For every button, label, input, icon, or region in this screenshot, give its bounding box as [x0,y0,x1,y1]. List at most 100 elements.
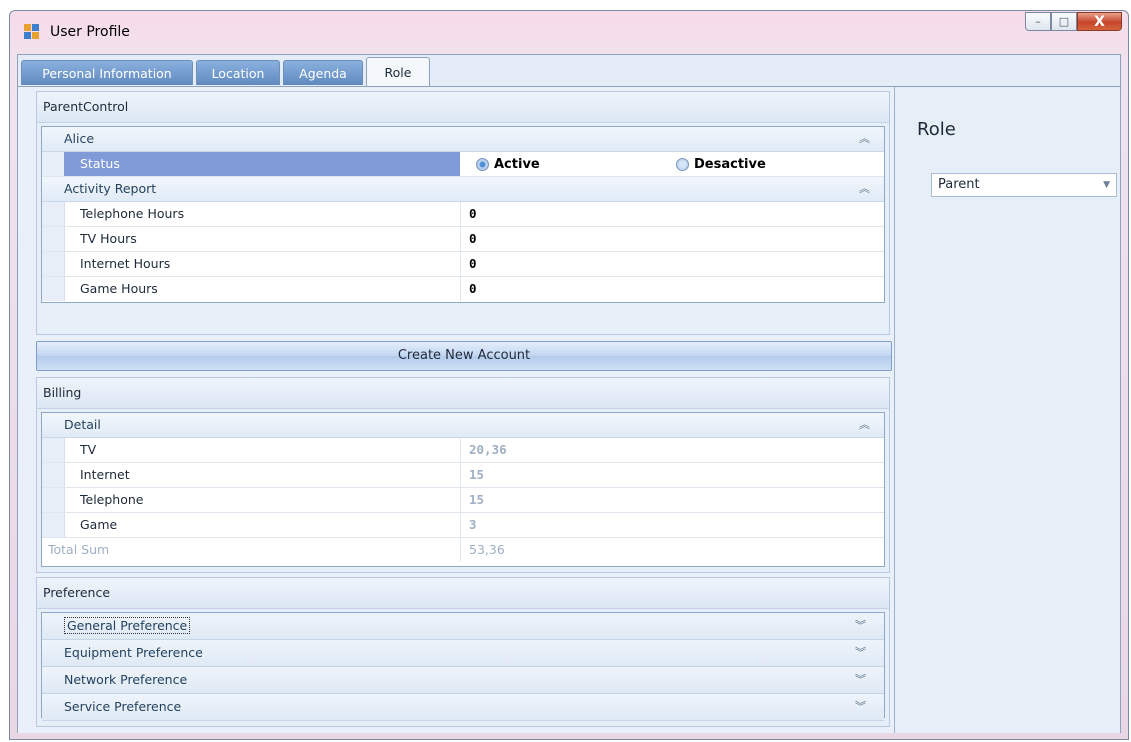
row-value[interactable]: 0 [460,252,477,276]
window-controls: – □ X [1025,12,1122,31]
category-activity-report[interactable]: Activity Report ︽ [42,177,884,202]
row-name: Telephone Hours [80,206,185,221]
chevrons-up-icon[interactable]: ︽ [859,127,870,151]
chevrons-up-icon[interactable]: ︽ [859,413,870,437]
status-row[interactable]: Status Active Desactive [42,152,884,177]
tab-strip: Personal Information Location Agenda Rol… [18,55,1120,87]
radio-selected-icon [476,158,489,171]
row-name: TV [80,442,97,457]
preference-item-label: Equipment Preference [64,645,203,660]
chevrons-down-icon[interactable]: ︾ [855,667,866,693]
tab-location[interactable]: Location [196,60,280,85]
preference-item-label: Network Preference [64,672,188,687]
parent-control-group: ParentControl Alice ︽ Status Active Desa… [36,91,890,335]
row-gutter [42,438,65,462]
status-label: Status [80,156,120,171]
row-value: 15 [460,463,484,487]
table-row[interactable]: TV 20,36 [42,438,884,463]
row-name: Game Hours [80,281,158,296]
row-gutter [42,202,65,226]
table-row[interactable]: Telephone 15 [42,488,884,513]
app-icon [24,24,40,40]
tab-personal-information[interactable]: Personal Information [21,60,193,85]
user-profile-window: User Profile – □ X Personal Information … [9,10,1129,740]
title-bar[interactable]: User Profile – □ X [10,11,1128,51]
create-new-account-button[interactable]: Create New Account [36,341,892,371]
chevrons-up-icon[interactable]: ︽ [859,177,870,201]
minimize-button[interactable]: – [1025,12,1051,31]
tab-content: ParentControl Alice ︽ Status Active Desa… [18,86,1120,733]
category-detail[interactable]: Detail ︽ [42,413,884,438]
maximize-button[interactable]: □ [1051,12,1077,31]
parent-control-header[interactable]: ParentControl [37,92,889,123]
table-row[interactable]: Game Hours 0 [42,277,884,301]
category-alice[interactable]: Alice ︽ [42,127,884,152]
preference-item-network[interactable]: Network Preference ︾ [42,667,884,694]
table-row[interactable]: Game 3 [42,513,884,538]
close-icon: X [1094,13,1105,30]
row-name: Telephone [80,492,144,507]
radio-unselected-icon [676,158,689,171]
row-gutter [42,513,65,537]
billing-group: Billing Detail ︽ TV 20,36 Internet 15 Te… [36,377,890,573]
maximize-icon: □ [1058,15,1070,28]
row-value[interactable]: 0 [460,202,477,226]
table-row[interactable]: Internet 15 [42,463,884,488]
preference-item-service[interactable]: Service Preference ︾ [42,694,884,721]
preference-item-label: General Preference [64,617,191,634]
category-alice-label: Alice [64,131,95,146]
table-row[interactable]: Internet Hours 0 [42,252,884,277]
total-sum-label: Total Sum [48,542,110,557]
dropdown-arrow-icon[interactable]: ▼ [1103,174,1110,196]
status-name-cell: Status [64,152,460,176]
row-gutter [42,152,65,176]
role-title: Role [917,119,956,140]
preference-item-equipment[interactable]: Equipment Preference ︾ [42,640,884,667]
row-gutter [42,488,65,512]
preference-list: General Preference ︾ Equipment Preferenc… [41,612,885,721]
row-name: Internet Hours [80,256,171,271]
tab-agenda[interactable]: Agenda [283,60,363,85]
role-dropdown-value: Parent [938,177,980,192]
billing-header[interactable]: Billing [37,378,889,409]
radio-active-label: Active [494,157,540,172]
role-dropdown[interactable]: Parent ▼ [931,173,1117,197]
row-gutter [42,463,65,487]
chevrons-down-icon[interactable]: ︾ [855,613,866,639]
table-row[interactable]: Telephone Hours 0 [42,202,884,227]
row-name: TV Hours [80,231,137,246]
tab-role[interactable]: Role [366,57,430,87]
row-name: Internet [80,467,130,482]
preference-item-general[interactable]: General Preference ︾ [42,613,884,640]
row-value[interactable]: 0 [460,277,477,301]
category-detail-label: Detail [64,417,101,432]
chevrons-down-icon[interactable]: ︾ [855,694,866,720]
minimize-icon: – [1035,15,1041,28]
radio-active[interactable]: Active [476,157,540,172]
table-row[interactable]: TV Hours 0 [42,227,884,252]
billing-grid: Detail ︽ TV 20,36 Internet 15 Telephone … [41,412,885,567]
total-sum-row[interactable]: Total Sum 53,36 [42,538,884,562]
radio-desactive[interactable]: Desactive [676,157,766,172]
preference-item-label: Service Preference [64,699,182,714]
preference-group: Preference General Preference ︾ Equipmen… [36,577,890,727]
row-value[interactable]: 0 [460,227,477,251]
total-sum-value: 53,36 [460,538,505,562]
row-gutter [42,227,65,251]
preference-header[interactable]: Preference [37,578,889,609]
row-gutter [42,277,65,301]
row-name: Game [80,517,118,532]
radio-desactive-label: Desactive [694,157,766,172]
row-value: 3 [460,513,477,537]
close-button[interactable]: X [1077,12,1122,31]
role-panel: Role Parent ▼ [894,87,1120,733]
row-value: 15 [460,488,484,512]
client-area: Personal Information Location Agenda Rol… [17,54,1121,733]
row-gutter [42,252,65,276]
window-title: User Profile [50,24,130,40]
parent-control-grid: Alice ︽ Status Active Desactive Activity… [41,126,885,303]
category-activity-label: Activity Report [64,181,157,196]
row-value: 20,36 [460,438,507,462]
left-panel: ParentControl Alice ︽ Status Active Desa… [36,87,892,733]
chevrons-down-icon[interactable]: ︾ [855,640,866,666]
